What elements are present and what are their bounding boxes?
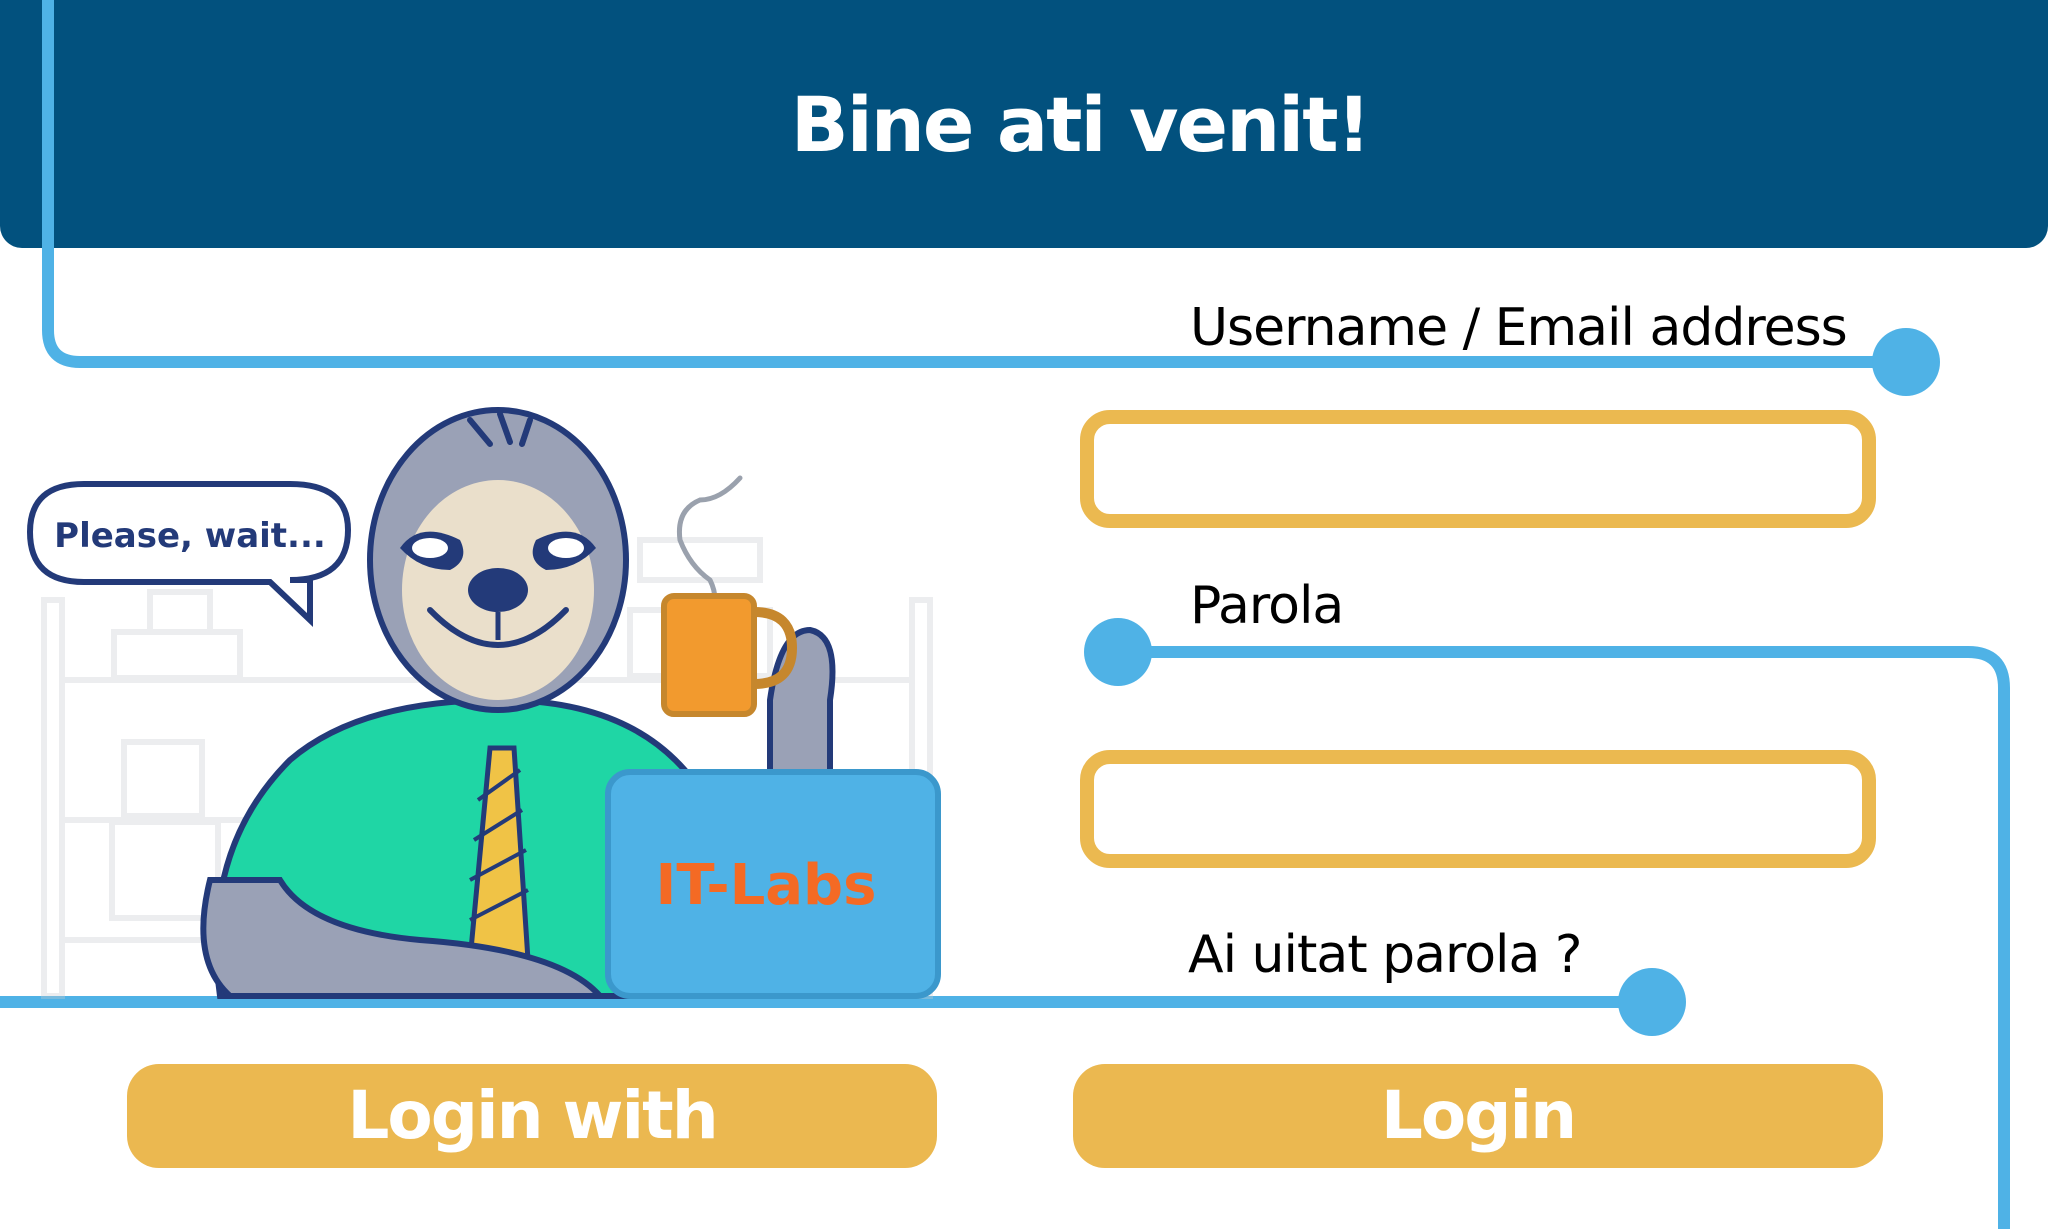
forgot-password-link[interactable]: Ai uitat parola ? — [1188, 925, 1582, 985]
decor-dot-top — [1872, 328, 1940, 396]
login-page: Bine ati venit! Please, wait... IT-Labs … — [0, 0, 2048, 1229]
laptop-brand-text: IT-Labs — [656, 853, 877, 918]
laptop: IT-Labs — [605, 769, 941, 999]
password-input[interactable] — [1080, 750, 1876, 868]
speech-bubble: Please, wait... — [26, 481, 352, 627]
username-input[interactable] — [1080, 410, 1876, 528]
speech-bubble-text: Please, wait... — [54, 516, 326, 556]
password-label: Parola — [1190, 576, 1344, 636]
login-button[interactable]: Login — [1073, 1064, 1883, 1168]
social-login-button[interactable]: Login with — [127, 1064, 937, 1168]
sloth-illustration: Please, wait... IT-Labs — [26, 407, 941, 999]
decor-dot-bottom — [1618, 968, 1686, 1036]
username-label: Username / Email address — [1190, 298, 1848, 358]
